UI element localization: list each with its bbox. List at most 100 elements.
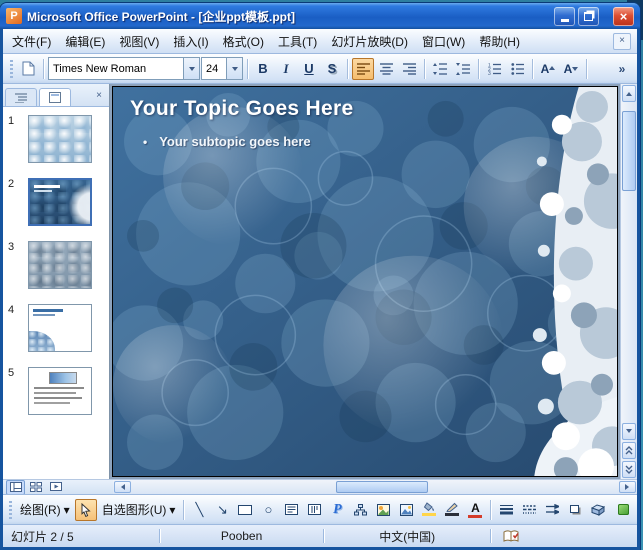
bullets-button[interactable] bbox=[506, 58, 528, 80]
thumb-text-line bbox=[34, 392, 76, 394]
arrow-style-icon[interactable] bbox=[541, 499, 563, 521]
toolbar-grip[interactable] bbox=[10, 59, 13, 78]
slide-canvas[interactable]: Your Topic Goes Here • Your subtopic goe… bbox=[112, 86, 618, 477]
slide-number: 3 bbox=[8, 241, 15, 253]
tab-outline[interactable] bbox=[5, 88, 37, 106]
pane-tab-strip: × bbox=[3, 84, 109, 107]
slide-title[interactable]: Your Topic Goes Here bbox=[130, 97, 353, 121]
threed-style-icon[interactable] bbox=[587, 499, 609, 521]
slide-5-thumbnail[interactable] bbox=[28, 367, 92, 415]
previous-slide-button[interactable] bbox=[622, 442, 636, 459]
thumbnail-list: 1 2 3 4 5 bbox=[3, 107, 109, 479]
italic-button[interactable]: I bbox=[275, 58, 297, 80]
picture-icon[interactable] bbox=[395, 499, 417, 521]
slide-number: 1 bbox=[8, 115, 15, 127]
underline-button[interactable]: U bbox=[298, 58, 320, 80]
font-color-icon[interactable]: A bbox=[464, 499, 486, 521]
scroll-down-arrow-icon[interactable] bbox=[622, 423, 636, 440]
slide-2-thumbnail-selected[interactable] bbox=[28, 178, 92, 226]
design-template-name[interactable]: Pooben bbox=[160, 529, 323, 543]
menu-format[interactable]: 格式(O) bbox=[216, 30, 271, 53]
align-center-button[interactable] bbox=[375, 58, 397, 80]
close-button[interactable]: × bbox=[613, 6, 634, 26]
minimize-button[interactable] bbox=[554, 6, 575, 26]
green-gem-icon[interactable] bbox=[612, 499, 634, 521]
line-spacing-decrease-icon[interactable] bbox=[452, 58, 474, 80]
numbering-button[interactable]: 123 bbox=[483, 58, 505, 80]
slide-subtopic[interactable]: • Your subtopic goes here bbox=[143, 134, 311, 149]
textbox-tool-icon[interactable] bbox=[280, 499, 302, 521]
slide-3-thumbnail[interactable] bbox=[28, 241, 92, 289]
font-name-combo[interactable]: Times New Roman bbox=[48, 57, 200, 80]
next-slide-button[interactable] bbox=[622, 461, 636, 478]
window-title: Microsoft Office PowerPoint - [企业ppt模板.p… bbox=[27, 9, 295, 24]
normal-view-icon[interactable] bbox=[6, 479, 25, 495]
select-arrow-icon[interactable] bbox=[74, 498, 97, 521]
horizontal-scroll-thumb[interactable] bbox=[336, 481, 429, 493]
increase-font-size-button[interactable]: A bbox=[537, 58, 559, 80]
horizontal-scroll-track[interactable] bbox=[132, 480, 618, 494]
language-indicator[interactable]: 中文(中国) bbox=[324, 528, 490, 545]
fill-color-icon[interactable] bbox=[418, 499, 440, 521]
menu-edit[interactable]: 编辑(E) bbox=[58, 30, 112, 53]
slide-thumbnail-row: 5 bbox=[3, 367, 109, 415]
toolbar-options-chevron-icon[interactable]: » bbox=[611, 58, 633, 80]
menu-window[interactable]: 窗口(W) bbox=[415, 30, 472, 53]
menu-slideshow[interactable]: 幻灯片放映(D) bbox=[324, 30, 415, 53]
vertical-scroll-track[interactable] bbox=[621, 103, 637, 422]
dash-style-icon[interactable] bbox=[518, 499, 540, 521]
align-right-button[interactable] bbox=[398, 58, 420, 80]
menu-file[interactable]: 文件(F) bbox=[5, 30, 58, 53]
slideshow-view-icon[interactable] bbox=[46, 480, 65, 495]
autoshapes-menu-button[interactable]: 自选图形(U) ▾ bbox=[98, 499, 180, 521]
draw-menu-button[interactable]: 绘图(R) ▾ bbox=[16, 499, 74, 521]
oval-tool-icon[interactable]: ○ bbox=[257, 499, 279, 521]
view-buttons-strip bbox=[3, 479, 113, 495]
thumb-title-line bbox=[34, 190, 52, 192]
spellcheck-book-icon[interactable] bbox=[491, 529, 531, 543]
toolbar-grip[interactable] bbox=[9, 500, 12, 519]
slide-4-thumbnail[interactable] bbox=[28, 304, 92, 352]
scroll-right-arrow-icon[interactable] bbox=[619, 481, 636, 493]
scroll-left-arrow-icon[interactable] bbox=[114, 481, 131, 493]
bold-button[interactable]: B bbox=[252, 58, 274, 80]
slide-1-thumbnail[interactable] bbox=[28, 115, 92, 163]
chevron-down-icon[interactable] bbox=[183, 58, 199, 79]
restore-button[interactable] bbox=[578, 6, 599, 26]
title-bar[interactable]: P Microsoft Office PowerPoint - [企业ppt模板… bbox=[0, 3, 640, 29]
scroll-up-arrow-icon[interactable] bbox=[622, 85, 636, 102]
font-size-value: 24 bbox=[206, 62, 219, 75]
rectangle-tool-icon[interactable] bbox=[234, 499, 256, 521]
slide-thumbnail-row: 2 bbox=[3, 178, 109, 226]
bullet-marker: • bbox=[143, 134, 148, 149]
menu-view[interactable]: 视图(V) bbox=[112, 30, 166, 53]
chevron-down-icon[interactable] bbox=[226, 58, 242, 79]
vertical-scrollbar[interactable] bbox=[620, 84, 637, 479]
line-tool-icon[interactable]: ╲ bbox=[188, 499, 210, 521]
pane-close-icon[interactable]: × bbox=[91, 88, 107, 104]
line-color-icon[interactable] bbox=[441, 499, 463, 521]
align-left-button[interactable] bbox=[352, 57, 374, 80]
vertical-scroll-thumb[interactable] bbox=[622, 111, 636, 191]
clipart-icon[interactable] bbox=[372, 499, 394, 521]
slide-sorter-view-icon[interactable] bbox=[26, 480, 45, 495]
font-size-combo[interactable]: 24 bbox=[201, 57, 243, 80]
menu-insert[interactable]: 插入(I) bbox=[166, 30, 215, 53]
shadow-button[interactable]: S bbox=[321, 58, 343, 80]
line-style-icon[interactable] bbox=[495, 499, 517, 521]
tab-slides[interactable] bbox=[39, 88, 71, 106]
menu-help[interactable]: 帮助(H) bbox=[472, 30, 527, 53]
shadow-style-icon[interactable] bbox=[564, 499, 586, 521]
new-document-icon[interactable] bbox=[17, 58, 39, 80]
wordart-icon[interactable]: P bbox=[326, 499, 348, 521]
svg-text:3: 3 bbox=[488, 71, 491, 75]
horizontal-scrollbar[interactable] bbox=[113, 479, 637, 494]
decrease-font-size-button[interactable]: A bbox=[560, 58, 582, 80]
vertical-textbox-tool-icon[interactable] bbox=[303, 499, 325, 521]
line-spacing-increase-icon[interactable] bbox=[429, 58, 451, 80]
diagram-icon[interactable] bbox=[349, 499, 371, 521]
arrow-tool-icon[interactable]: ↘ bbox=[211, 499, 233, 521]
document-close-button[interactable]: × bbox=[613, 32, 631, 50]
draw-menu-label: 绘图(R) bbox=[20, 503, 61, 517]
menu-tools[interactable]: 工具(T) bbox=[271, 30, 324, 53]
